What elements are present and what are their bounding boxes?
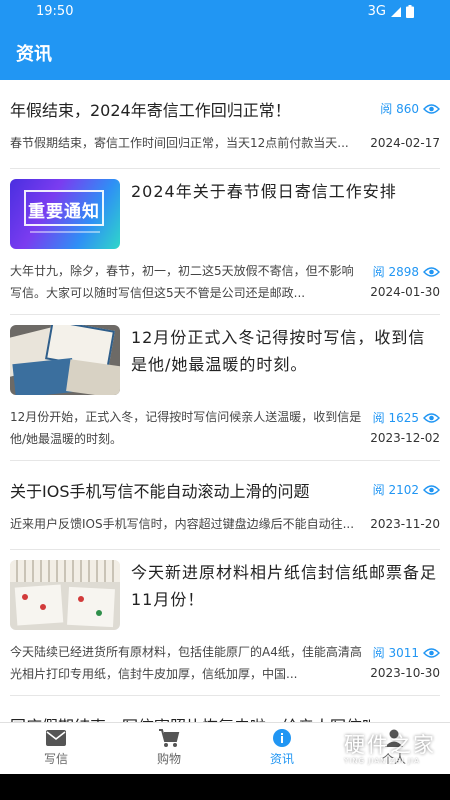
thumbnail-caption: 重要通知 [28, 202, 100, 222]
news-title: 今天新进原材料相片纸信封信纸邮票备足11月份！ [131, 563, 438, 609]
news-item[interactable]: 关于IOS手机写信不能自动滚动上滑的问题 阅 2102 近来用户反馈IOS手机写… [10, 461, 440, 550]
news-thumbnail: 重要通知 [10, 179, 120, 249]
eye-icon [423, 647, 440, 658]
eye-icon [423, 484, 440, 495]
eye-icon [423, 266, 440, 277]
network-type: 3G [367, 4, 386, 19]
news-thumbnail [10, 560, 120, 630]
news-title: 2024年关于春节假日寄信工作安排 [131, 182, 397, 201]
news-title: 国庆假期结束，写信寄照片恢复去啦，给亲人写信吧 [10, 713, 370, 722]
nav-label: 购物 [156, 752, 181, 766]
system-navigation-bar [0, 774, 450, 800]
nav-label: 资讯 [269, 752, 294, 766]
watermark-logo-icon [303, 727, 339, 769]
news-date: 2024-02-17 [370, 136, 440, 150]
news-summary: 大年廿九，除夕，春节，初一，初二这5天放假不寄信，但不影响写信。大家可以随时写信… [10, 264, 354, 300]
status-icons: 3G [368, 4, 414, 19]
page-title: 资讯 [16, 44, 52, 65]
view-count-text: 阅 860 [380, 102, 419, 116]
news-item[interactable]: 年假结束，2024年寄信工作回归正常！ 阅 860 春节假期结束，寄信工作时间回… [10, 80, 440, 169]
news-summary: 今天陆续已经进货所有原材料，包括佳能原厂的A4纸，佳能高清高光相片打印专用纸，信… [10, 645, 362, 681]
nav-label: 写信 [43, 752, 68, 766]
view-count: 阅 3011 [373, 644, 440, 661]
news-title: 年假结束，2024年寄信工作回归正常！ [10, 101, 291, 120]
status-time: 19:50 [36, 4, 74, 19]
news-summary: 12月份开始，正式入冬，记得按时写信问候亲人送温暖，收到信是他/她最温暖的时刻。 [10, 410, 362, 446]
watermark: 硬件之家 YING JIAN ZHI JIA [300, 723, 440, 773]
view-count-text: 阅 2898 [372, 265, 419, 279]
nav-tab-shop[interactable]: 购物 [129, 728, 209, 772]
app-bar: 资讯 [0, 24, 450, 80]
battery-icon [406, 5, 414, 18]
news-date: 2023-10-30 [370, 666, 440, 680]
info-icon [273, 729, 291, 747]
news-feed[interactable]: 年假结束，2024年寄信工作回归正常！ 阅 860 春节假期结束，寄信工作时间回… [0, 80, 450, 722]
news-summary: 春节假期结束，寄信工作时间回归正常，当天12点前付款当天... [10, 136, 349, 150]
view-count: 阅 2102 [373, 481, 440, 498]
watermark-name: 硬件之家 [344, 733, 436, 757]
mail-icon [46, 730, 66, 746]
view-count-text: 阅 1625 [372, 411, 419, 425]
news-date: 2023-12-02 [370, 431, 440, 445]
eye-icon [423, 103, 440, 114]
news-item[interactable]: 今天新进原材料相片纸信封信纸邮票备足11月份！ 今天陆续已经进货所有原材料，包括… [10, 550, 440, 696]
watermark-subtitle: YING JIAN ZHI JIA [344, 757, 420, 765]
news-title: 12月份正式入冬记得按时写信，收到信是他/她最温暖的时刻。 [131, 328, 426, 374]
news-date: 2024-01-30 [370, 285, 440, 299]
news-item[interactable]: 国庆假期结束，写信寄照片恢复去啦，给亲人写信吧 [10, 696, 440, 722]
eye-icon [423, 412, 440, 423]
news-date: 2023-11-20 [370, 517, 440, 531]
signal-icon [391, 6, 401, 17]
view-count: 阅 2898 [373, 263, 440, 280]
news-item[interactable]: 重要通知 2024年关于春节假日寄信工作安排 大年廿九，除夕，春节，初一，初二这… [10, 169, 440, 315]
cart-icon [159, 729, 180, 747]
news-item[interactable]: 12月份正式入冬记得按时写信，收到信是他/她最温暖的时刻。 12月份开始，正式入… [10, 315, 440, 461]
view-count: 阅 1625 [373, 409, 440, 426]
view-count: 阅 860 [380, 100, 440, 117]
view-count-text: 阅 2102 [372, 483, 419, 497]
news-thumbnail [10, 325, 120, 395]
nav-tab-write[interactable]: 写信 [16, 728, 96, 772]
news-summary: 近来用户反馈IOS手机写信时，内容超过键盘边缘后不能自动往... [10, 517, 355, 531]
view-count-text: 阅 3011 [372, 646, 419, 660]
news-title: 关于IOS手机写信不能自动滚动上滑的问题 [10, 482, 310, 501]
status-bar: 19:50 3G [0, 0, 450, 24]
